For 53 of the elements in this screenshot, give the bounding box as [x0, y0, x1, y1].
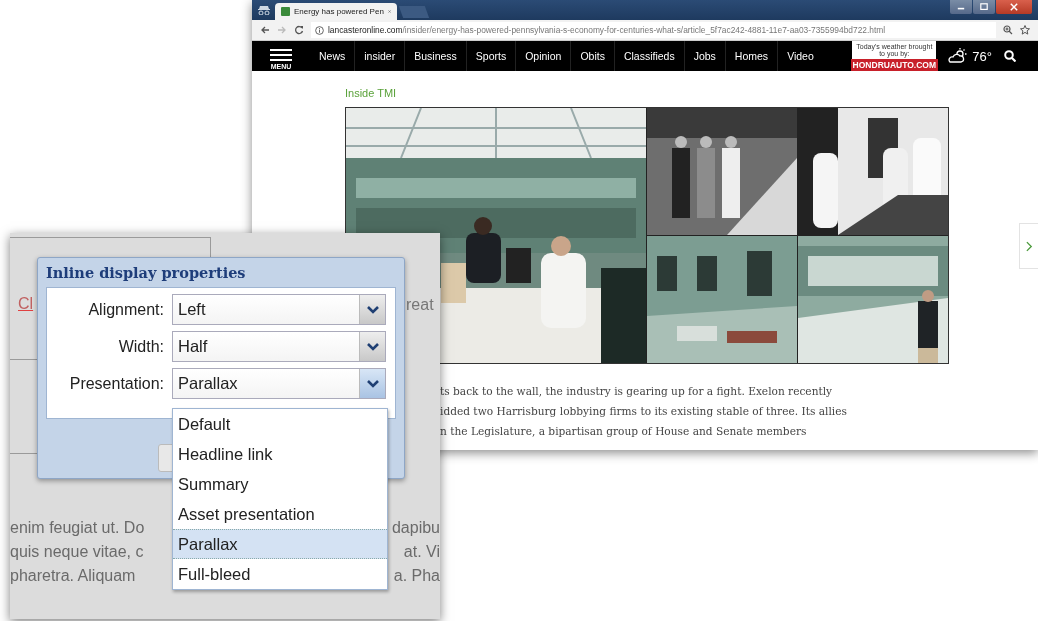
menu-icon [270, 48, 292, 61]
nav-link[interactable]: Video [777, 41, 823, 71]
back-icon[interactable] [260, 25, 270, 35]
body-text: dapibu [391, 519, 440, 537]
search-icon[interactable] [1004, 50, 1016, 62]
partly-cloudy-icon [948, 48, 969, 64]
reload-icon[interactable] [294, 25, 304, 35]
dropdown[interactable]: Half [172, 331, 386, 362]
article-text: n the Legislature, a bipartisan group of House and Senate members [440, 424, 808, 438]
article-text: ts back to the wall, the industry is gearing up for a fight. Exelon recently [440, 384, 834, 398]
close-icon [1010, 3, 1018, 11]
temperature: 76° [972, 48, 992, 64]
dropdown[interactable]: Parallax [172, 368, 386, 399]
dropdown-option[interactable]: Headline link [173, 439, 387, 469]
nav-link[interactable]: Classifieds [613, 41, 684, 71]
field-label: Width: [117, 337, 164, 356]
browser-tab[interactable]: Energy has powered Pen [275, 3, 397, 20]
chevron-right-icon [1025, 240, 1033, 252]
body-text: a. Pha [393, 567, 440, 585]
field-label: Alignment: [87, 300, 164, 319]
nav-link[interactable]: Homes [724, 41, 778, 71]
dropdown-option[interactable]: Asset presentation [173, 499, 387, 529]
article-text: idded two Harrisburg lobbying firms to its existing stable of three. Its allies [440, 404, 848, 418]
maximize-icon [980, 3, 988, 11]
close-button[interactable] [996, 0, 1032, 14]
body-text: enim feugiat ut. Do [10, 519, 145, 537]
body-text: pharetra. Aliquam [10, 567, 136, 585]
info-icon [315, 25, 324, 35]
nav-link[interactable]: Jobs [683, 41, 725, 71]
nav-link[interactable]: Sports [465, 41, 516, 71]
dropdown-option[interactable]: Parallax [173, 529, 387, 559]
nav-link[interactable]: Business [404, 41, 466, 71]
address-field[interactable]: lancasteronline.com/insider/energy-has-powered-pennsylvania-s-economy-for-centuries-what-s/article_5f7ac242-4881-11e7-aa03-7355994bd722.html [311, 22, 996, 38]
section-label: Inside TMI [345, 87, 398, 99]
maximize-button[interactable] [973, 0, 995, 14]
chevron-down-icon [359, 369, 385, 398]
dialog-title: Inline display properties [46, 264, 247, 281]
nav-link[interactable]: Opinion [515, 41, 571, 71]
dropdown[interactable]: Left [172, 294, 386, 325]
body-text: quis neque vitae, c [10, 543, 144, 561]
field-label: Presentation: [68, 374, 164, 393]
dropdown-option[interactable]: Full-bleed [173, 559, 387, 589]
nav-link[interactable]: insider [354, 41, 405, 71]
star-icon[interactable] [1020, 25, 1030, 35]
zoom-icon[interactable] [1003, 25, 1013, 35]
tab-title: Energy has powered Pen [294, 7, 384, 16]
spy-icon [257, 5, 271, 15]
nav-link[interactable]: Obits [570, 41, 614, 71]
nav-link[interactable]: News [310, 41, 355, 71]
site-favicon [281, 7, 290, 16]
body-text: at. Vi [403, 543, 440, 561]
dropdown-option[interactable]: Default [173, 409, 387, 439]
dropdown-option[interactable]: Summary [173, 469, 387, 499]
